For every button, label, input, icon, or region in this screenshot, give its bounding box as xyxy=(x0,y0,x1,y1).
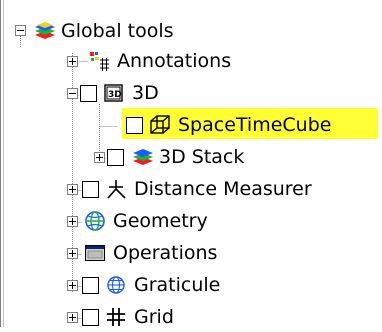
tree-item-annotations[interactable]: Annotations xyxy=(88,46,231,76)
distance-measurer-checkbox[interactable] xyxy=(82,180,99,198)
distance-measurer-icon xyxy=(105,178,127,200)
tree-item-label: 3D xyxy=(132,82,159,104)
tree-item-operations[interactable]: Operations xyxy=(84,238,217,268)
3d-stack-checkbox[interactable] xyxy=(107,148,124,166)
tree-item-geometry[interactable]: Geometry xyxy=(84,206,208,236)
layers-icon xyxy=(32,20,55,42)
annotations-expander[interactable] xyxy=(67,56,78,67)
tree-item-label: Graticule xyxy=(134,274,221,296)
graticule-checkbox[interactable] xyxy=(82,276,99,294)
tree-item-label: Global tools xyxy=(61,20,174,42)
operations-expander[interactable] xyxy=(67,248,78,259)
tree-item-global-tools[interactable]: Global tools xyxy=(32,16,174,46)
grid-hash-icon xyxy=(105,306,127,328)
tree-item-graticule[interactable]: Graticule xyxy=(82,270,220,300)
tree-item-label: Operations xyxy=(113,242,218,264)
annotations-icon xyxy=(88,50,110,72)
tree-item-grid[interactable]: Grid xyxy=(82,302,174,332)
tree-item-label: 3D Stack xyxy=(159,146,245,168)
stack-layers-icon xyxy=(130,146,153,168)
tree-item-distance-measurer[interactable]: Distance Measurer xyxy=(82,174,312,204)
tree-item-3d-stack[interactable]: 3D Stack xyxy=(107,142,244,172)
3d-box-icon: 3D xyxy=(103,82,125,104)
tree-item-spacetimecube[interactable]: SpaceTimeCube xyxy=(126,110,331,140)
graticule-expander[interactable] xyxy=(67,280,78,291)
tools-tree: Global tools Annotations 3D 3D SpaceTime… xyxy=(0,0,382,328)
tree-item-label: Grid xyxy=(134,306,174,328)
grid-expander[interactable] xyxy=(67,312,78,323)
global-tools-expander[interactable] xyxy=(15,25,26,36)
spacetimecube-checkbox[interactable] xyxy=(126,116,143,134)
3d-stack-expander[interactable] xyxy=(94,152,105,163)
tree-item-3d[interactable]: 3D 3D xyxy=(80,78,159,108)
tree-item-label: Distance Measurer xyxy=(134,178,312,200)
geometry-expander[interactable] xyxy=(67,216,78,227)
graticule-globe-icon xyxy=(105,274,127,296)
distance-measurer-expander[interactable] xyxy=(67,184,78,195)
tree-item-label: Geometry xyxy=(113,210,208,232)
3d-checkbox[interactable] xyxy=(80,84,97,102)
svg-text:3D: 3D xyxy=(108,90,122,100)
3d-expander[interactable] xyxy=(67,88,78,99)
geometry-globe-icon xyxy=(84,210,106,232)
grid-checkbox[interactable] xyxy=(82,308,99,326)
operations-window-icon xyxy=(84,242,106,264)
tree-item-label: Annotations xyxy=(117,50,232,72)
tree-item-label: SpaceTimeCube xyxy=(178,114,332,136)
cube-icon xyxy=(149,114,171,136)
